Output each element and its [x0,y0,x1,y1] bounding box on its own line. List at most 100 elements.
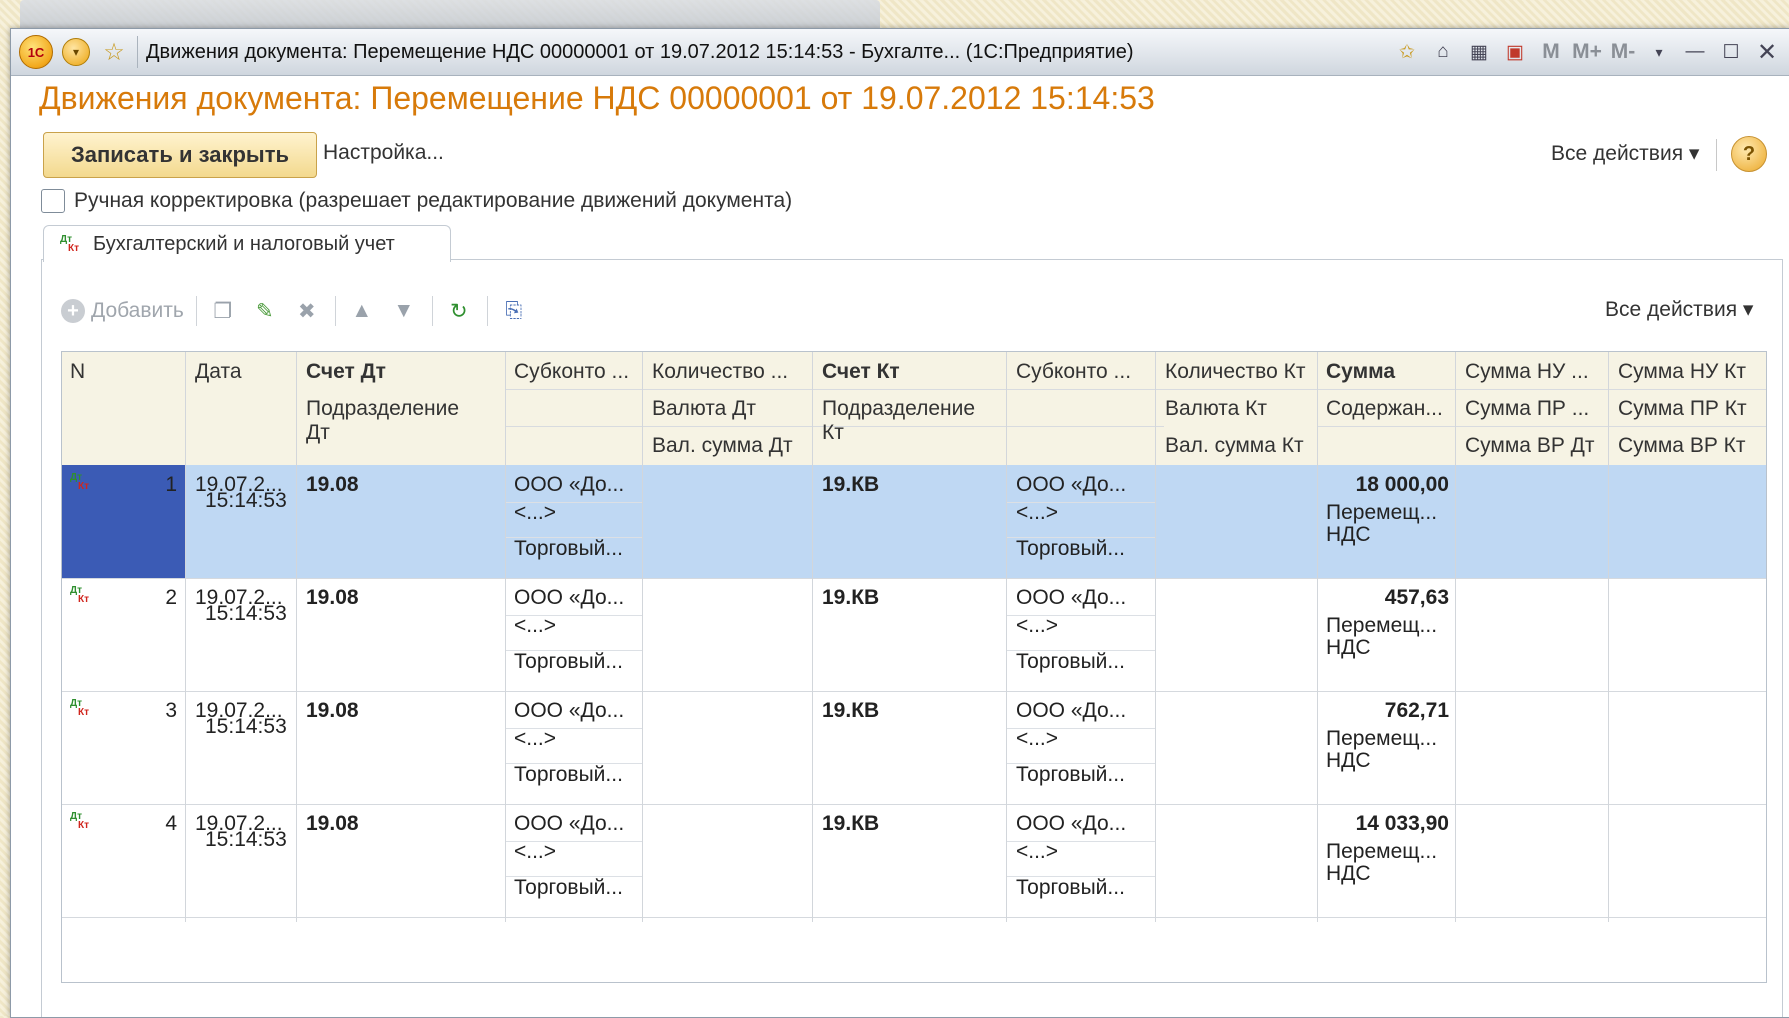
cell-acc-dt[interactable]: 19.08 [306,812,359,836]
all-actions-menu[interactable]: Все действия ▾ [1551,141,1699,166]
cell-sum[interactable]: 18 000,00 [1317,473,1449,497]
table-row[interactable]: Дт Кт 1 19.07.2... 15:14:53 19.08 ООО «До... <.… [62,465,1766,579]
settings-link[interactable]: Настройка... [323,141,444,165]
cell-n[interactable]: 1 [62,473,177,497]
cell-sub-kt-1[interactable]: ООО «До... [1016,812,1126,836]
cell-n[interactable]: 2 [62,586,177,610]
memory-plus-button[interactable]: M+ [1572,37,1602,67]
chevron-down-icon[interactable]: ▾ [1644,37,1674,67]
col-header-val-sum-dt[interactable]: Вал. сумма Дт [652,434,793,458]
cell-sub-kt-3[interactable]: Торговый... [1016,650,1125,674]
cell-sub-kt-2[interactable]: <...> [1016,501,1058,525]
cell-sub-dt-1[interactable]: ООО «До... [514,473,624,497]
cell-sub-kt-3[interactable]: Торговый... [1016,537,1125,561]
col-header-sum-nu-dt[interactable]: Сумма НУ ... [1465,360,1589,384]
cell-sub-dt-2[interactable]: <...> [514,501,556,525]
memory-minus-button[interactable]: M- [1608,37,1638,67]
cell-sub-dt-3[interactable]: Торговый... [514,650,623,674]
col-header-qty-dt[interactable]: Количество ... [652,360,788,384]
col-header-dept-dt[interactable]: Подразделение Дт [306,397,486,445]
add-to-favorites-icon[interactable]: ✩ [1392,37,1422,67]
refresh-icon[interactable]: ↻ [443,295,475,327]
cell-acc-kt[interactable]: 19.КВ [822,699,879,723]
maximize-icon[interactable]: ☐ [1716,37,1746,67]
cell-sum[interactable]: 457,63 [1317,586,1449,610]
col-header-sub-dt[interactable]: Субконто ... [514,360,629,384]
cell-sub-kt-3[interactable]: Торговый... [1016,876,1125,900]
cell-content-1[interactable]: Перемещ... [1326,501,1437,525]
table-row[interactable]: Дт Кт 4 19.07.2... 15:14:53 19.08 ООО «До... <.… [62,804,1766,918]
col-header-cur-dt[interactable]: Валюта Дт [652,397,756,421]
cell-sub-dt-1[interactable]: ООО «До... [514,812,624,836]
tab-accounting[interactable]: Дт Кт Бухгалтерский и налоговый учет [43,225,451,262]
save-and-close-button[interactable]: Записать и закрыть [43,132,317,178]
1c-logo-icon[interactable]: 1С [19,35,53,69]
cell-content-2[interactable]: НДС [1326,749,1371,773]
cell-sub-dt-1[interactable]: ООО «До... [514,699,624,723]
manual-edit-label[interactable]: Ручная корректировка (разрешает редактир… [74,189,792,213]
cell-sub-dt-2[interactable]: <...> [514,840,556,864]
cell-sub-dt-2[interactable]: <...> [514,614,556,638]
cell-time[interactable]: 15:14:53 [205,602,287,626]
cell-content-2[interactable]: НДС [1326,862,1371,886]
cell-sub-dt-2[interactable]: <...> [514,727,556,751]
cell-content-2[interactable]: НДС [1326,523,1371,547]
cell-sub-kt-2[interactable]: <...> [1016,840,1058,864]
cell-content-1[interactable]: Перемещ... [1326,727,1437,751]
calculator-icon[interactable]: ▦ [1464,37,1494,67]
cell-n[interactable]: 3 [62,699,177,723]
manual-edit-checkbox[interactable] [41,189,65,213]
cell-time[interactable]: 15:14:53 [205,715,287,739]
cell-sub-dt-3[interactable]: Торговый... [514,537,623,561]
col-header-date[interactable]: Дата [195,360,242,384]
cell-n[interactable]: 4 [62,812,177,836]
cell-sub-kt-1[interactable]: ООО «До... [1016,473,1126,497]
bookmark-icon[interactable]: ⌂ [1428,37,1458,67]
window-menu-button[interactable]: ▾ [61,37,91,67]
cell-sum[interactable]: 762,71 [1317,699,1449,723]
col-header-acc-kt[interactable]: Счет Кт [822,360,900,384]
help-icon[interactable]: ? [1731,136,1767,172]
col-header-sum-pr-dt[interactable]: Сумма ПР ... [1465,397,1589,421]
cell-content-1[interactable]: Перемещ... [1326,614,1437,638]
minimize-icon[interactable]: — [1680,37,1710,67]
copy-icon[interactable]: ❐ [207,295,239,327]
cell-sub-dt-3[interactable]: Торговый... [514,763,623,787]
cell-sub-kt-2[interactable]: <...> [1016,614,1058,638]
table-row[interactable]: Дт Кт 3 19.07.2... 15:14:53 19.08 ООО «До... <.… [62,691,1766,805]
col-header-cur-kt[interactable]: Валюта Кт [1165,397,1267,421]
cell-sub-kt-2[interactable]: <...> [1016,727,1058,751]
cell-content-1[interactable]: Перемещ... [1326,840,1437,864]
cell-acc-dt[interactable]: 19.08 [306,699,359,723]
cell-acc-dt[interactable]: 19.08 [306,473,359,497]
col-header-sum-vr-dt[interactable]: Сумма ВР Дт [1465,434,1595,458]
col-header-sub-kt[interactable]: Субконто ... [1016,360,1131,384]
col-header-n[interactable]: N [70,360,85,384]
cell-sub-kt-1[interactable]: ООО «До... [1016,586,1126,610]
cell-time[interactable]: 15:14:53 [205,489,287,513]
calendar-icon[interactable]: ▣ [1500,37,1530,67]
cell-sub-kt-3[interactable]: Торговый... [1016,763,1125,787]
col-header-content[interactable]: Содержан... [1326,397,1443,421]
move-up-icon[interactable]: ▲ [346,295,378,327]
col-header-val-sum-kt[interactable]: Вал. сумма Кт [1165,434,1304,458]
col-header-qty-kt[interactable]: Количество Кт [1165,360,1305,384]
col-header-sum[interactable]: Сумма [1326,360,1395,384]
cell-acc-kt[interactable]: 19.КВ [822,473,879,497]
cell-sum[interactable]: 14 033,90 [1317,812,1449,836]
cell-time[interactable]: 15:14:53 [205,828,287,852]
col-header-sum-nu-kt[interactable]: Сумма НУ Кт [1618,360,1746,384]
memory-m-button[interactable]: M [1536,37,1566,67]
col-header-acc-dt[interactable]: Счет Дт [306,360,386,384]
cell-sub-dt-1[interactable]: ООО «До... [514,586,624,610]
add-button[interactable]: + Добавить [61,299,184,323]
cell-content-2[interactable]: НДС [1326,636,1371,660]
delete-icon[interactable]: ✖ [291,295,323,327]
move-down-icon[interactable]: ▼ [388,295,420,327]
col-header-sum-pr-kt[interactable]: Сумма ПР Кт [1618,397,1747,421]
col-header-sum-vr-kt[interactable]: Сумма ВР Кт [1618,434,1746,458]
table-row[interactable]: Дт Кт 2 19.07.2... 15:14:53 19.08 ООО «До... <.… [62,578,1766,692]
cell-acc-kt[interactable]: 19.КВ [822,812,879,836]
cell-acc-dt[interactable]: 19.08 [306,586,359,610]
grid-all-actions-menu[interactable]: Все действия ▾ [1605,297,1753,322]
